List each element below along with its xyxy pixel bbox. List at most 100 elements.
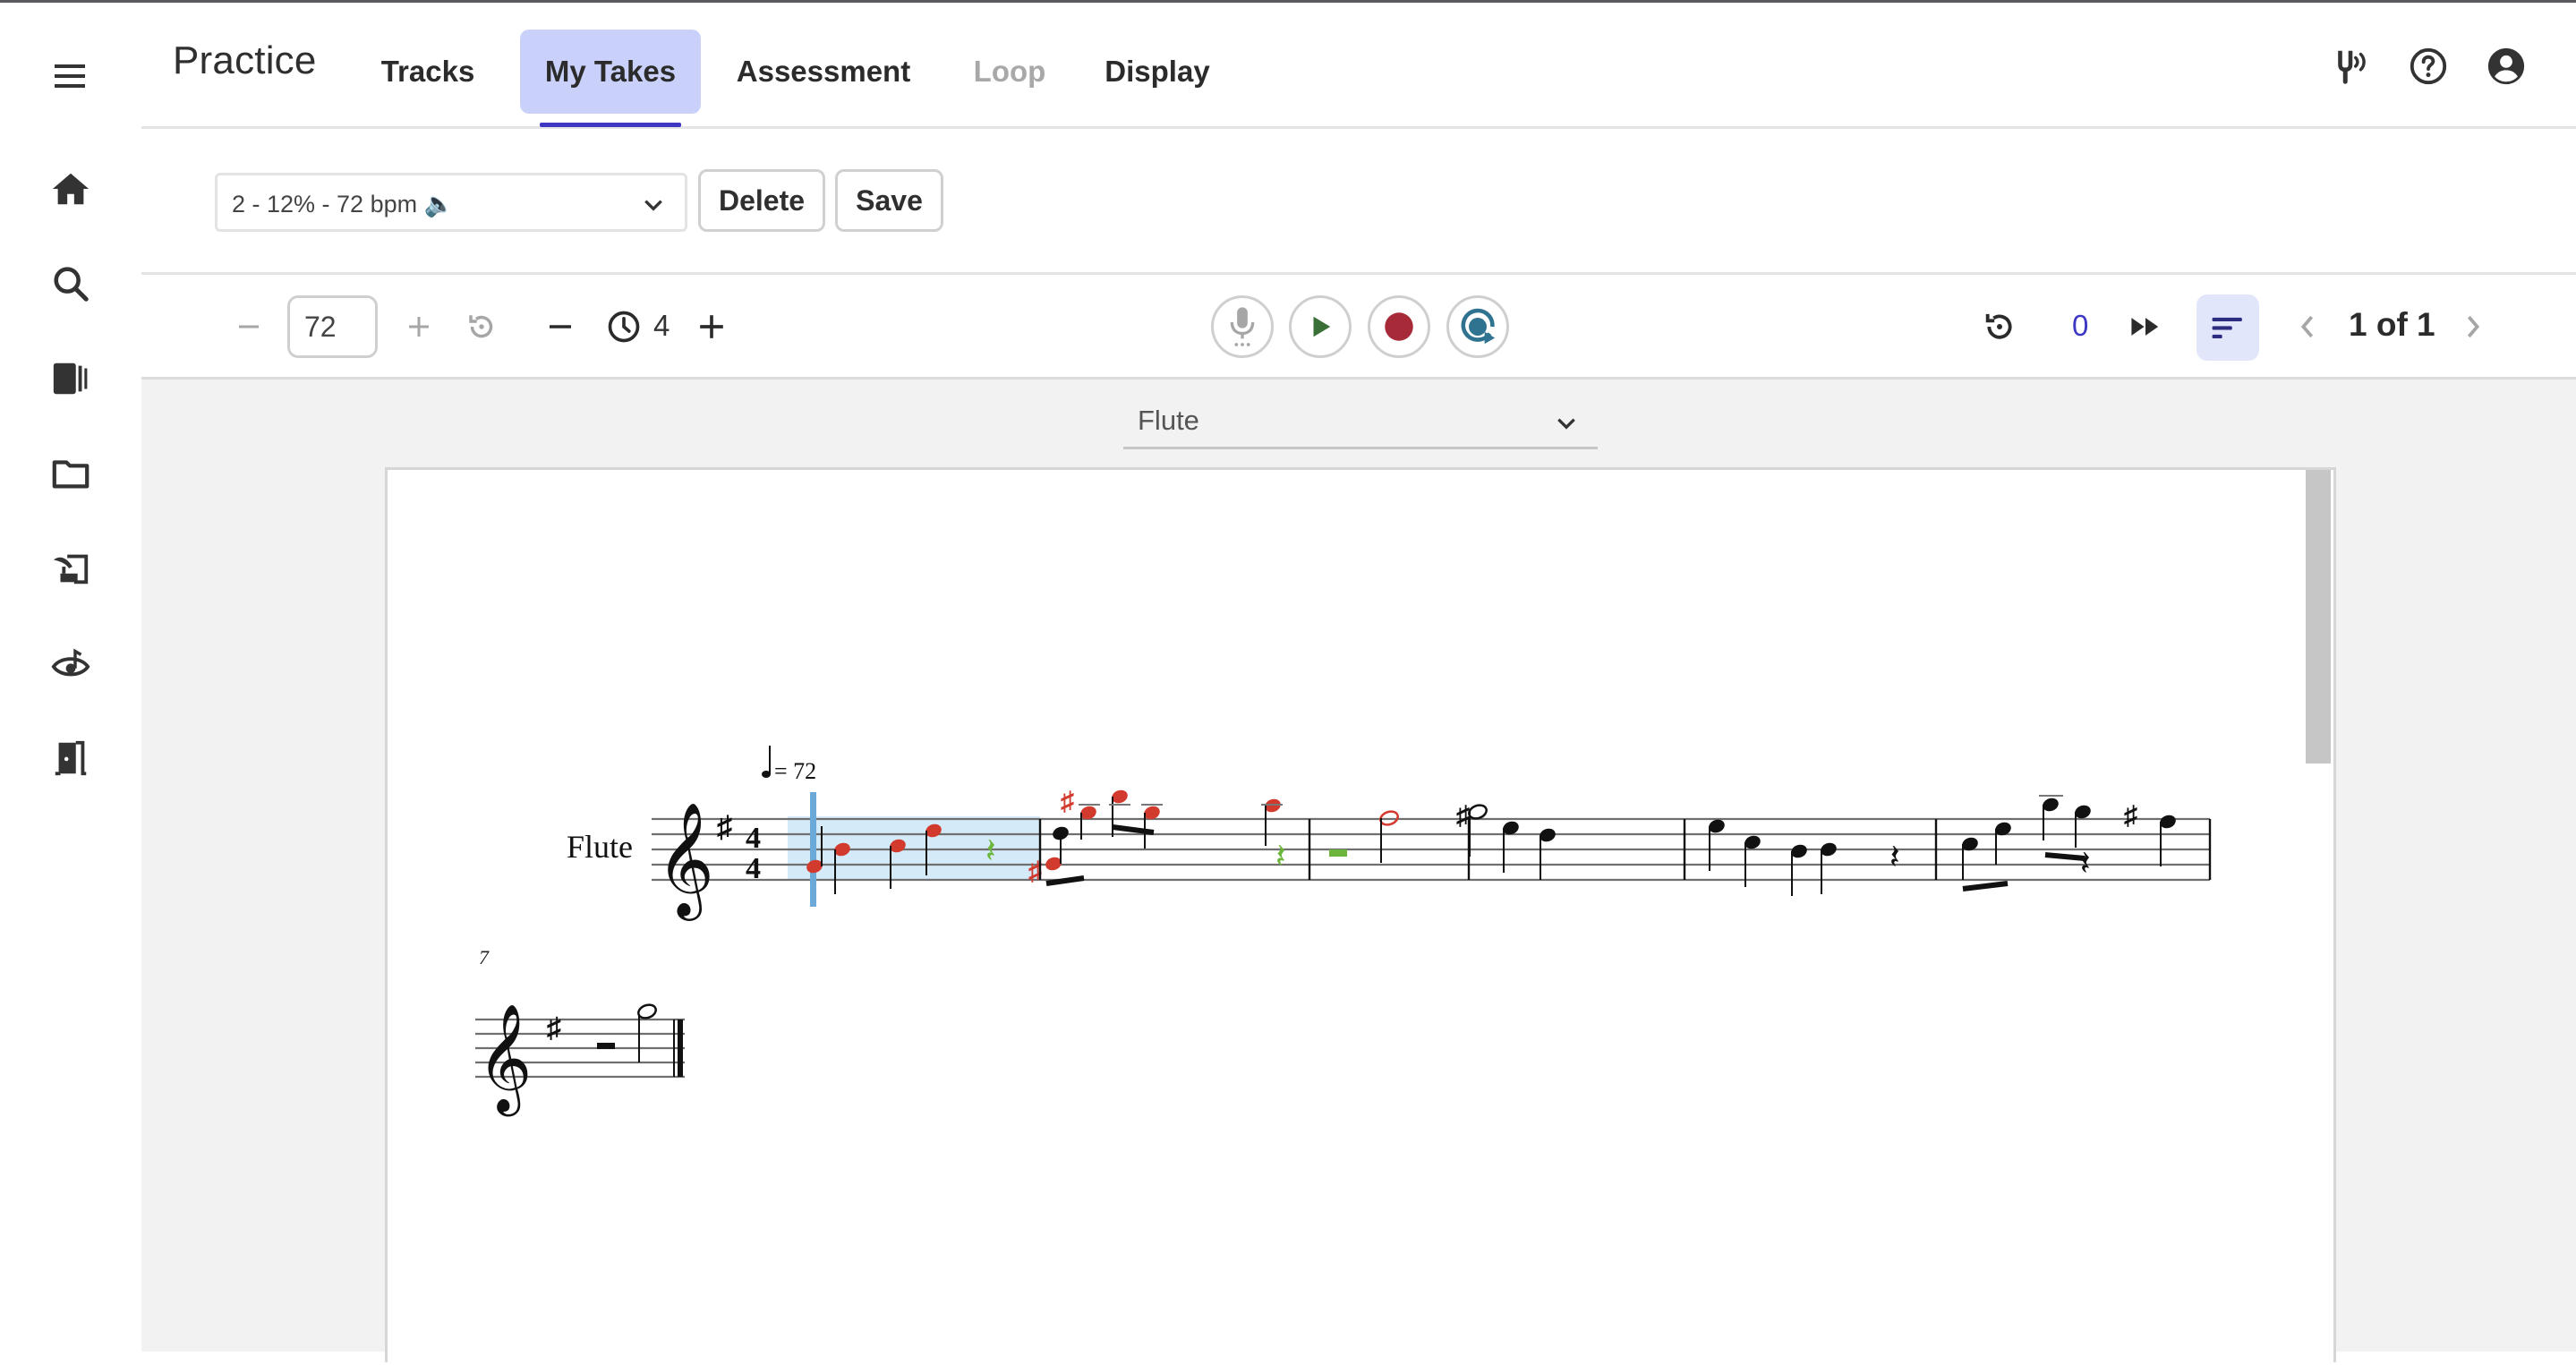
tempo-reset-button[interactable] [462,307,501,346]
takes-toolbar: 2 - 12% - 72 bpm 🔈 Delete Save [141,129,2576,275]
instrument-label: Flute [567,829,633,865]
sidebar-item-library[interactable] [39,347,102,410]
minus-icon [239,325,259,328]
score-scrollbar[interactable] [2306,470,2331,764]
sharp-accidental: ♯ [1456,801,1470,831]
tuner-button[interactable] [2328,44,2373,89]
sidebar [0,3,141,1352]
delete-take-button[interactable]: Delete [698,169,825,232]
selection-highlight [788,816,1040,879]
reset-icon [1985,313,2012,339]
compose-icon [53,554,89,584]
chevron-down-icon [1557,418,1575,430]
take-counter: 0 [2072,309,2089,342]
half-rest [597,1043,615,1049]
loop-record-icon [1461,308,1496,345]
clock-icon [608,311,640,343]
previous-page-button[interactable] [2290,309,2325,345]
part-select-value: Flute [1138,405,1199,436]
play-button[interactable] [1289,295,1352,358]
record-button[interactable] [1368,295,1430,358]
help-button[interactable] [2406,44,2451,89]
tab-my-takes[interactable]: My Takes [520,30,701,114]
minus-icon [550,325,571,328]
sidebar-item-folder[interactable] [39,442,102,505]
sort-icon [2212,317,2242,339]
quarter-rest: 𝄽 [1275,838,1286,875]
half-rest [1329,849,1347,857]
account-icon [2487,47,2525,85]
app-header: Practice Tracks My Takes Assessment Loop… [141,3,2576,129]
plus-icon [700,315,723,338]
final-barline-thick [678,1019,683,1077]
sharp-accidental: ♯ [1061,787,1074,816]
time-signature-bottom: 4 [746,852,761,885]
count-in-increase-button[interactable] [694,309,729,345]
home-icon [52,173,90,205]
sidebar-item-search[interactable] [39,252,102,315]
quarter-rest: 𝄽 [1889,839,1900,876]
exit-door-icon [55,740,87,776]
save-take-button[interactable]: Save [835,169,943,232]
score-workspace: Flute Flute 𝄞 ♯ 4 4 = 72 𝄽 𝄽 𝄽 𝄽 ♯ ♯ ♯ ♯… [141,380,2576,1362]
reset-takes-button[interactable] [1979,306,2020,347]
sheet-music: Flute 𝄞 ♯ 4 4 = 72 𝄽 𝄽 𝄽 𝄽 ♯ ♯ ♯ ♯ 7 𝄞 ♯ [475,746,2212,1116]
time-signature-top: 4 [746,822,761,855]
system-1: Flute 𝄞 ♯ 4 4 = 72 𝄽 𝄽 𝄽 𝄽♯♯ ♯ ♯ [567,746,2212,921]
folder-icon [52,460,90,489]
playback-cursor[interactable] [810,792,816,907]
quarter-rest: 𝄽 [985,832,996,870]
take-select-value: 2 - 12% - 72 bpm 🔈 [232,191,455,218]
fast-forward-button[interactable] [2128,309,2163,345]
fast-forward-icon [2131,318,2159,336]
key-signature-sharp: ♯ [717,811,732,844]
reset-icon [469,315,493,338]
play-icon [1313,316,1331,337]
help-icon [2410,47,2447,85]
chevron-left-icon [2300,315,2314,338]
beam [2044,852,2086,861]
system-2: 7 𝄞 ♯ [475,946,685,1116]
svg-text:= 72: = 72 [774,758,816,784]
sharp-accidental: ♯ [2124,801,2137,831]
note-head [1053,826,1069,840]
sidebar-item-home[interactable] [39,158,102,220]
active-tab-indicator [540,123,681,127]
beam [1112,824,1155,835]
sidebar-item-compose[interactable] [39,537,102,600]
tempo-increase-button[interactable] [401,309,437,345]
key-signature-sharp: ♯ [547,1011,561,1044]
tempo-marking: = 72 [762,746,816,784]
microphone-button[interactable] [1211,295,1274,358]
chevron-down-icon [644,200,662,211]
sidebar-item-listen[interactable] [39,632,102,695]
count-in-clock-indicator [604,307,644,346]
sidebar-item-exit[interactable] [39,727,102,789]
part-select-dropdown[interactable]: Flute [1123,394,1598,449]
record-icon [1385,312,1413,341]
plus-icon [409,317,429,337]
page-indicator: 1 of 1 [2349,306,2435,343]
tab-assessment[interactable]: Assessment [734,30,913,114]
sort-button[interactable] [2196,294,2259,361]
count-in-decrease-button[interactable] [542,309,578,345]
treble-clef: 𝄞 [656,804,714,921]
take-select-dropdown[interactable]: 2 - 12% - 72 bpm 🔈 [215,173,687,232]
next-page-button[interactable] [2455,309,2491,345]
microphone-icon [1230,307,1255,346]
tab-loop[interactable]: Loop [965,30,1054,114]
tempo-decrease-button[interactable] [231,309,267,345]
chevron-right-icon [2467,315,2480,338]
account-button[interactable] [2484,44,2529,89]
tab-display[interactable]: Display [1099,30,1215,114]
loop-record-button[interactable] [1446,295,1509,358]
hamburger-menu-button[interactable] [48,55,93,94]
score-page[interactable]: Flute 𝄞 ♯ 4 4 = 72 𝄽 𝄽 𝄽 𝄽 ♯ ♯ ♯ ♯ 7 𝄞 ♯ [385,467,2336,1362]
tempo-input[interactable]: 72 [287,295,378,358]
hamburger-menu-icon [55,64,85,88]
tab-tracks[interactable]: Tracks [370,30,486,114]
tuning-fork-icon [2338,50,2366,84]
quarter-rest: 𝄽 [2080,845,2091,883]
count-in-value: 4 [653,309,670,342]
measure-number: 7 [479,946,490,968]
